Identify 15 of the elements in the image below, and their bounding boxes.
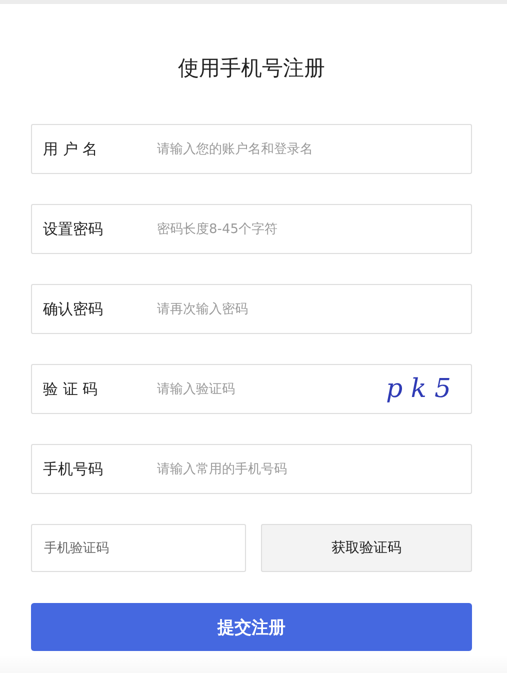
field-label: 用 户 名 (42, 140, 99, 158)
input-field[interactable]: 手机验证码 (31, 524, 246, 572)
submit-button[interactable]: 提交注册 (31, 603, 472, 651)
field-label: 验 证 码 (42, 380, 99, 398)
input-field[interactable]: 请再次输入密码 (157, 302, 471, 316)
input-field[interactable]: 请输入验证码 (157, 382, 386, 396)
input-field[interactable]: 请输入您的账户名和登录名 (157, 142, 471, 156)
input-field[interactable]: 密码长度8-45个字符 (157, 222, 471, 236)
field-label: 确认密码 (42, 300, 104, 318)
form-title: 使用手机号注册 (177, 55, 326, 82)
field-label: 设置密码 (42, 220, 104, 238)
captcha-image[interactable]: pk5 (386, 374, 459, 404)
field-label: 手机号码 (42, 460, 104, 478)
get-code-button[interactable]: 获取验证码 (261, 524, 472, 572)
input-field[interactable]: 请输入常用的手机号码 (157, 462, 471, 476)
